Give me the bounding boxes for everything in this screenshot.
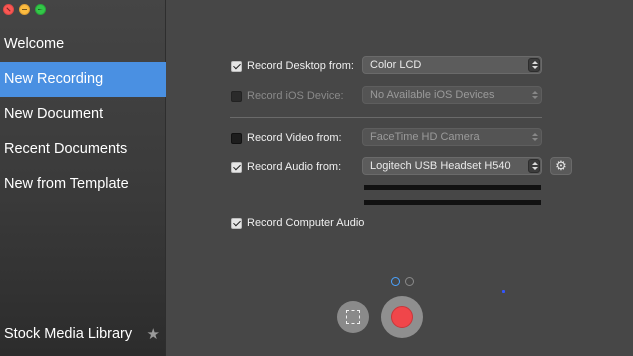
minimize-window-button[interactable] xyxy=(19,4,30,15)
audio-level-meter-left xyxy=(364,185,541,190)
stepper-icon xyxy=(528,159,540,173)
desktop-source-value: Color LCD xyxy=(370,59,422,71)
sidebar: Welcome New Recording New Document Recen… xyxy=(0,0,166,356)
record-video-option[interactable]: Record Video from: xyxy=(231,132,342,144)
page-dot-2[interactable] xyxy=(405,277,414,286)
stepper-icon xyxy=(528,130,540,144)
close-window-button[interactable] xyxy=(3,4,14,15)
stock-media-library-label: Stock Media Library xyxy=(4,326,133,342)
audio-settings-button[interactable]: ⚙ xyxy=(550,157,572,175)
audio-level-meter-right xyxy=(364,200,541,205)
record-audio-option[interactable]: Record Audio from: xyxy=(231,161,341,173)
audio-source-select[interactable]: Logitech USB Headset H540 xyxy=(362,157,542,175)
sidebar-item-stock-media-library[interactable]: Stock Media Library ★ xyxy=(4,326,160,342)
region-select-icon xyxy=(346,310,360,324)
record-ios-option[interactable]: Record iOS Device: xyxy=(231,90,344,102)
record-icon xyxy=(391,306,413,328)
record-computer-audio-label: Record Computer Audio xyxy=(247,217,365,229)
page-indicator xyxy=(391,277,414,286)
video-source-value: FaceTime HD Camera xyxy=(370,131,480,143)
zoom-window-button[interactable] xyxy=(35,4,46,15)
window-controls xyxy=(3,4,46,15)
record-computer-audio-checkbox[interactable] xyxy=(231,217,242,229)
app-window: Welcome New Recording New Document Recen… xyxy=(0,0,633,356)
sidebar-item-welcome[interactable]: Welcome xyxy=(0,27,166,62)
record-video-label: Record Video from: xyxy=(247,132,342,144)
record-desktop-label: Record Desktop from: xyxy=(247,60,354,72)
sidebar-item-recent-documents[interactable]: Recent Documents xyxy=(0,132,166,167)
sidebar-nav: Welcome New Recording New Document Recen… xyxy=(0,27,166,202)
record-button[interactable] xyxy=(381,296,423,338)
star-icon[interactable]: ★ xyxy=(147,327,160,342)
gear-icon: ⚙ xyxy=(555,158,567,173)
record-ios-checkbox[interactable] xyxy=(231,90,242,102)
divider xyxy=(230,117,542,118)
video-source-select[interactable]: FaceTime HD Camera xyxy=(362,128,542,146)
record-audio-label: Record Audio from: xyxy=(247,161,342,173)
record-ios-label: Record iOS Device: xyxy=(247,90,344,102)
sidebar-item-new-document[interactable]: New Document xyxy=(0,97,166,132)
indicator-dot xyxy=(502,290,505,293)
sidebar-item-new-from-template[interactable]: New from Template xyxy=(0,167,166,202)
record-desktop-option[interactable]: Record Desktop from: xyxy=(231,60,354,72)
region-select-button[interactable] xyxy=(337,301,369,333)
ios-device-value: No Available iOS Devices xyxy=(370,89,495,101)
record-desktop-checkbox[interactable] xyxy=(231,60,242,72)
record-audio-checkbox[interactable] xyxy=(231,161,242,173)
sidebar-item-new-recording[interactable]: New Recording xyxy=(0,62,166,97)
stepper-icon xyxy=(528,88,540,102)
record-video-checkbox[interactable] xyxy=(231,132,242,144)
stepper-icon xyxy=(528,58,540,72)
audio-source-value: Logitech USB Headset H540 xyxy=(370,160,511,172)
record-computer-audio-option[interactable]: Record Computer Audio xyxy=(231,217,364,229)
desktop-source-select[interactable]: Color LCD xyxy=(362,56,542,74)
page-dot-1[interactable] xyxy=(391,277,400,286)
ios-device-select[interactable]: No Available iOS Devices xyxy=(362,86,542,104)
recording-options-panel: Record Desktop from: Color LCD Record iO… xyxy=(167,0,633,356)
